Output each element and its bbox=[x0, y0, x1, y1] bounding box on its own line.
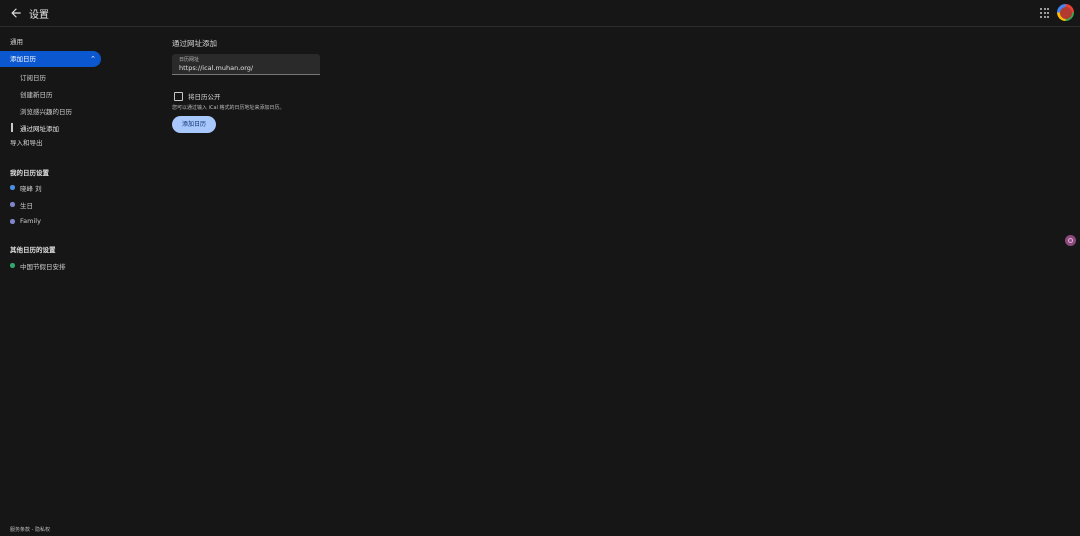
selected-indicator bbox=[11, 123, 13, 132]
top-bar: 设置 bbox=[0, 0, 1080, 27]
sidebar-item-import-export[interactable]: 导入和导出 bbox=[10, 135, 43, 151]
calendar-url-field[interactable]: 日历网址 https://ical.muhan.org/ bbox=[172, 54, 320, 75]
calendar-item-personal[interactable]: 晓峰 刘 bbox=[20, 183, 42, 193]
section-title: 通过网址添加 bbox=[172, 39, 217, 48]
calendar-color-dot bbox=[10, 263, 15, 268]
calendar-color-dot bbox=[10, 202, 15, 207]
sidebar-item-label: 添加日历 bbox=[10, 55, 36, 63]
calendar-item-family[interactable]: Family bbox=[20, 217, 41, 225]
make-public-label: 将日历公开 bbox=[188, 93, 221, 101]
floating-widget-icon[interactable] bbox=[1065, 235, 1076, 246]
calendar-color-dot bbox=[10, 219, 15, 224]
sidebar-subitem-from-url[interactable]: 通过网址添加 bbox=[20, 123, 59, 133]
calendar-item-holidays[interactable]: 中国节假日安排 bbox=[20, 261, 66, 271]
calendar-color-dot bbox=[10, 185, 15, 190]
apps-grid-icon[interactable] bbox=[1040, 8, 1050, 18]
url-field-label: 日历网址 bbox=[179, 57, 200, 63]
chevron-up-icon: ⌃ bbox=[90, 55, 96, 63]
page-title: 设置 bbox=[29, 10, 49, 21]
sidebar-subitem-browse[interactable]: 浏览感兴趣的日历 bbox=[20, 106, 72, 116]
back-arrow-icon[interactable] bbox=[9, 6, 23, 20]
other-calendars-header: 其他日历的设置 bbox=[10, 246, 56, 254]
calendar-item-birthdays[interactable]: 生日 bbox=[20, 200, 33, 210]
avatar[interactable] bbox=[1057, 4, 1074, 21]
sidebar-item-general[interactable]: 通用 bbox=[10, 34, 23, 50]
add-calendar-button[interactable]: 添加日历 bbox=[172, 116, 216, 133]
sidebar-subitem-subscribe[interactable]: 订阅日历 bbox=[20, 72, 46, 82]
sidebar-item-add-calendar[interactable]: 添加日历 ⌃ bbox=[0, 51, 101, 67]
helper-text: 您可以通过输入 iCal 格式的日历地址来添加日历。 bbox=[172, 105, 285, 111]
my-calendars-header: 我的日历设置 bbox=[10, 169, 49, 177]
url-field-value[interactable]: https://ical.muhan.org/ bbox=[179, 64, 253, 72]
make-public-checkbox[interactable] bbox=[174, 92, 183, 101]
sidebar-subitem-create[interactable]: 创建新日历 bbox=[20, 89, 53, 99]
footer-links[interactable]: 服务条款 - 隐私权 bbox=[10, 526, 50, 533]
